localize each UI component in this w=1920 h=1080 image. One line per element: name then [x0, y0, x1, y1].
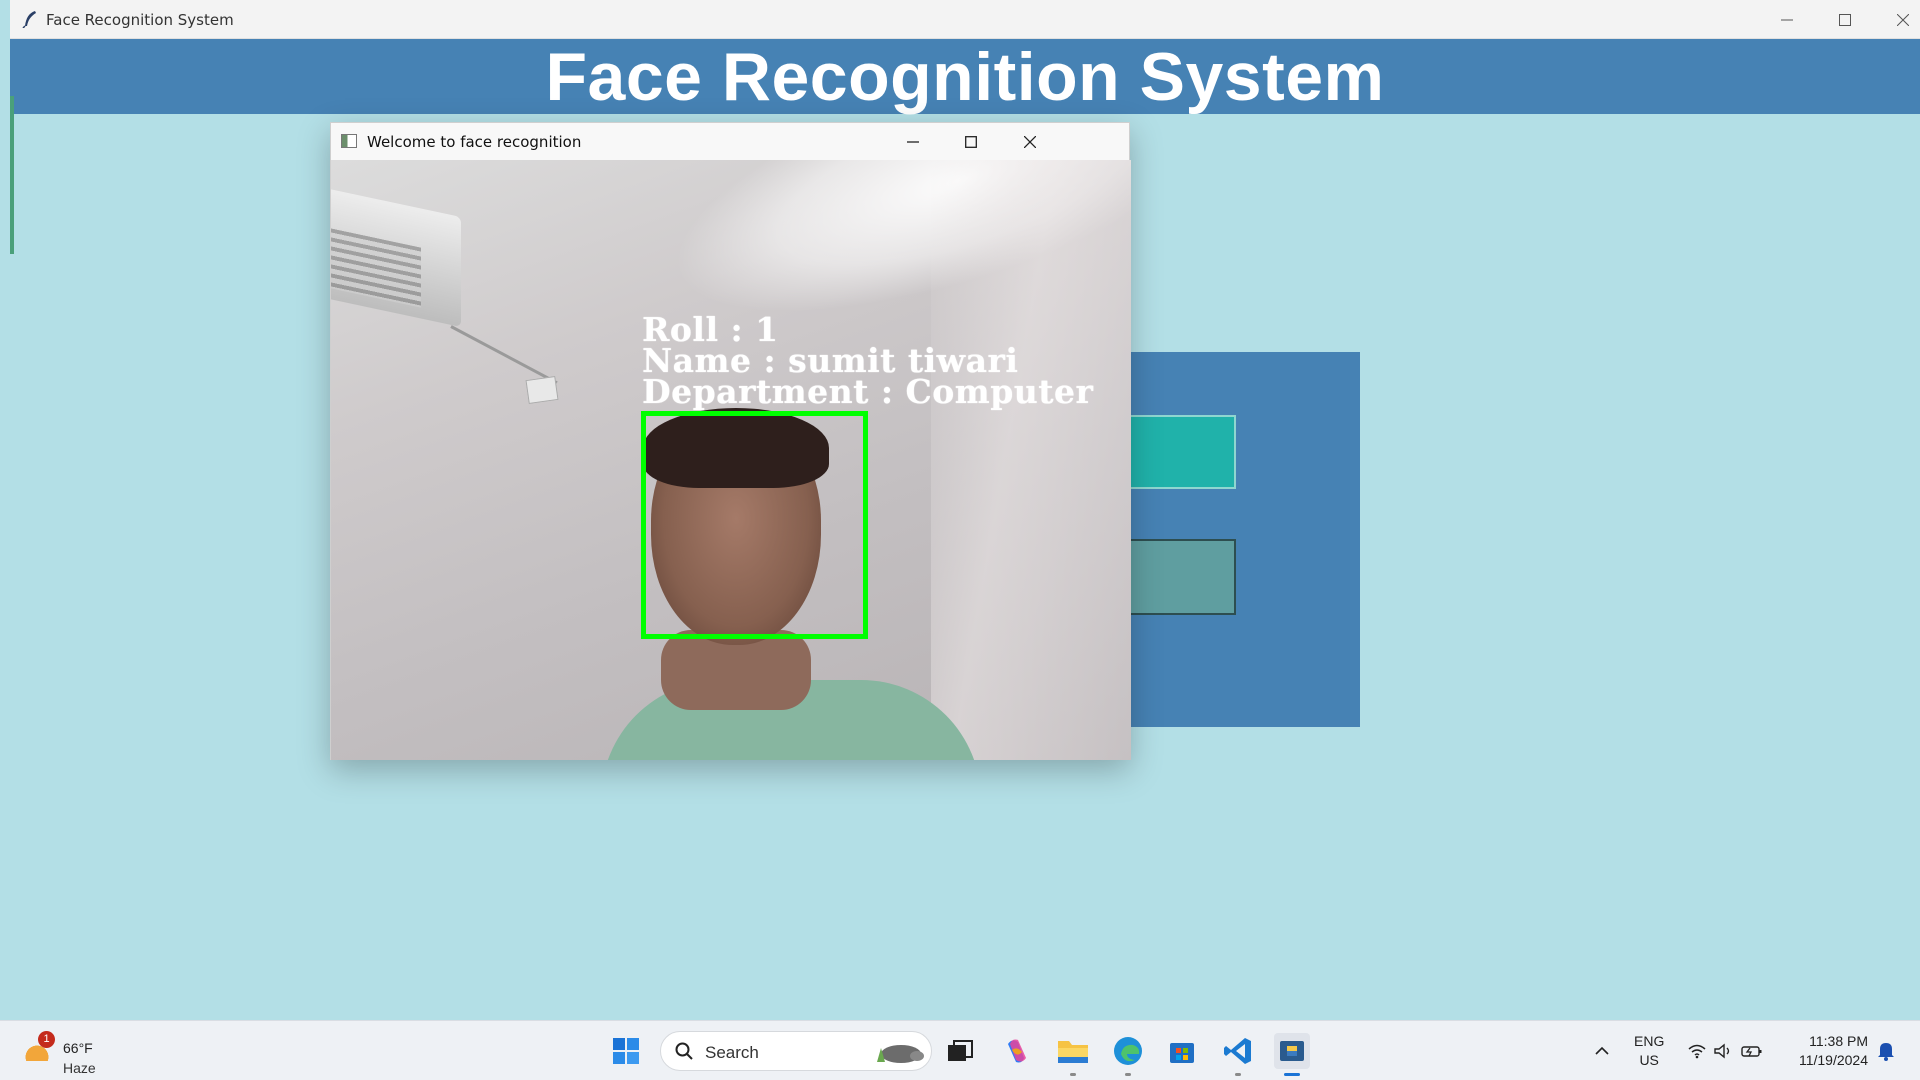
task-view-icon — [948, 1040, 973, 1061]
battery-icon — [1741, 1046, 1762, 1057]
main-titlebar[interactable]: Face Recognition System — [10, 0, 1920, 39]
edge-button[interactable] — [1110, 1033, 1146, 1069]
clock-time: 11:38 PM — [1809, 1033, 1868, 1049]
camera-maximize-button[interactable] — [942, 123, 1000, 160]
maximize-button[interactable] — [1816, 0, 1874, 39]
windows-start-icon — [613, 1038, 639, 1064]
input-language-button[interactable]: ENG US — [1634, 1032, 1664, 1070]
file-explorer-icon — [1058, 1041, 1088, 1063]
left-edge-accent — [10, 96, 14, 254]
main-window-title: Face Recognition System — [46, 11, 234, 29]
weather-widget[interactable]: 1 66°F Haze — [22, 1029, 112, 1076]
vscode-running-indicator — [1235, 1073, 1241, 1076]
python-active-indicator — [1284, 1073, 1300, 1076]
notification-badge: 1 — [38, 1031, 55, 1048]
region-code: US — [1639, 1052, 1659, 1068]
close-icon — [1897, 13, 1909, 26]
clock-button[interactable]: 11:38 PM 11/19/2024 — [1786, 1032, 1868, 1070]
edge-icon — [1114, 1037, 1142, 1065]
face-detection-box — [641, 411, 868, 639]
panel-button-primary[interactable] — [1120, 415, 1236, 489]
minimize-icon — [907, 140, 919, 143]
show-hidden-icons-button[interactable] — [1584, 1033, 1620, 1069]
camera-window-titlebar[interactable]: Welcome to face recognition — [331, 123, 1129, 160]
file-explorer-button[interactable] — [1055, 1033, 1091, 1069]
bell-icon — [1878, 1043, 1894, 1061]
maximize-icon — [965, 135, 977, 148]
language-code: ENG — [1634, 1033, 1665, 1049]
maximize-icon — [1839, 13, 1851, 26]
department-label: Department : Computer — [642, 372, 1094, 411]
search-placeholder: Search — [705, 1043, 759, 1062]
close-icon — [1024, 135, 1036, 148]
camera-window: Welcome to face recognition Roll : 1 Nam… — [330, 122, 1131, 760]
header-banner: Face Recognition System — [10, 38, 1920, 115]
close-button[interactable] — [1874, 0, 1920, 39]
wall-corner — [931, 160, 1131, 760]
search-highlight-icon — [877, 1045, 924, 1063]
feather-icon — [22, 11, 36, 28]
page-title: Face Recognition System — [545, 38, 1385, 115]
vscode-icon — [1224, 1038, 1251, 1064]
python-button[interactable] — [1274, 1033, 1310, 1069]
weather-temperature: 66°F — [63, 1040, 93, 1056]
taskbar: 1 66°F Haze Search ENG US 11:38 PM 11/19… — [0, 1020, 1920, 1080]
taskbar-search[interactable]: Search — [660, 1031, 932, 1071]
minimize-icon — [1781, 19, 1793, 20]
chevron-up-icon — [1595, 1046, 1609, 1055]
weather-condition: Haze — [63, 1060, 96, 1076]
microsoft-store-button[interactable] — [1164, 1033, 1200, 1069]
edge-running-indicator — [1125, 1073, 1131, 1076]
wall-socket — [525, 376, 559, 404]
wifi-icon — [1688, 1044, 1706, 1059]
camera-minimize-button[interactable] — [884, 123, 942, 160]
window-app-icon — [341, 134, 357, 148]
minimize-button[interactable] — [1758, 0, 1816, 39]
microsoft-store-icon — [1170, 1043, 1194, 1063]
start-button[interactable] — [608, 1033, 644, 1069]
notifications-button[interactable] — [1868, 1033, 1904, 1069]
search-icon — [675, 1042, 693, 1060]
explorer-running-indicator — [1070, 1073, 1076, 1076]
copilot-button[interactable] — [999, 1033, 1035, 1069]
volume-icon — [1714, 1043, 1730, 1059]
camera-window-title: Welcome to face recognition — [367, 133, 582, 151]
vscode-button[interactable] — [1220, 1033, 1256, 1069]
python-icon — [1280, 1041, 1304, 1061]
task-view-button[interactable] — [942, 1033, 978, 1069]
camera-feed: Roll : 1 Name : sumit tiwari Department … — [331, 160, 1131, 760]
clock-date: 11/19/2024 — [1798, 1052, 1868, 1068]
copilot-icon — [1008, 1039, 1026, 1063]
panel-button-secondary[interactable] — [1120, 539, 1236, 615]
wall-wire — [450, 325, 558, 385]
camera-close-button[interactable] — [1001, 123, 1059, 160]
quick-settings-button[interactable] — [1680, 1033, 1770, 1069]
